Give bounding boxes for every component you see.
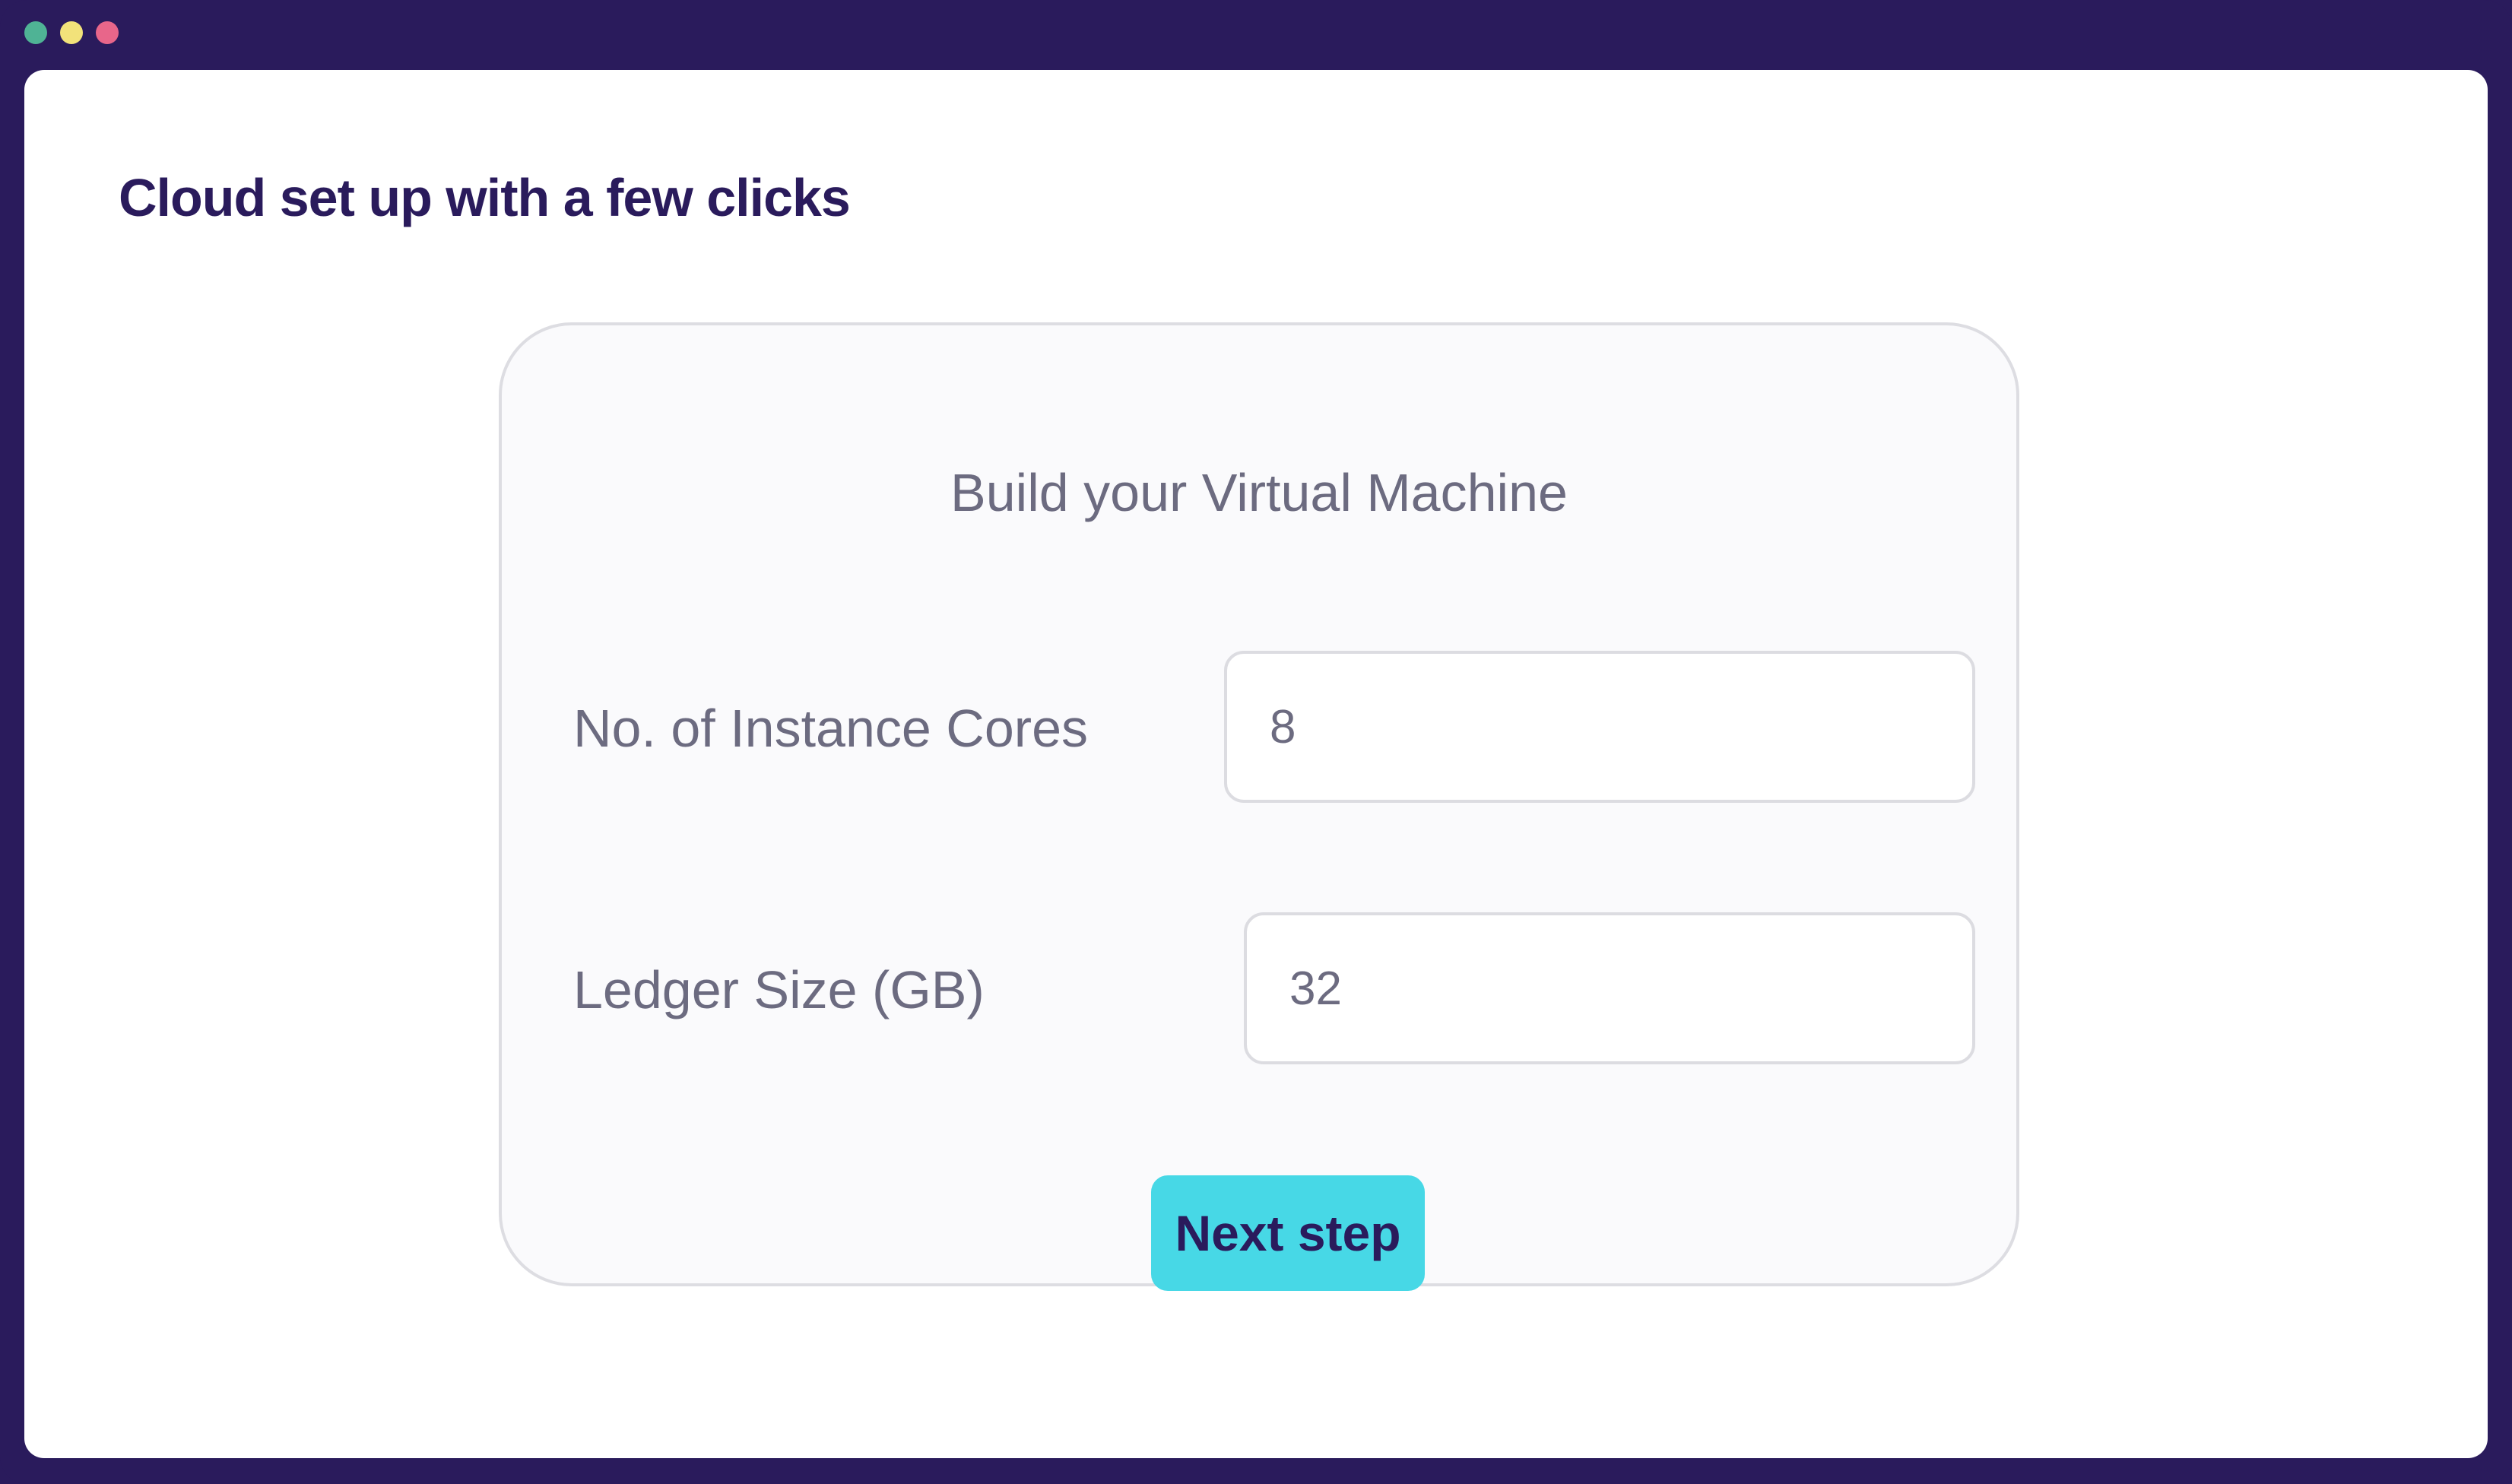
app-window: Cloud set up with a few clicks Build you… (0, 0, 2512, 1484)
ledger-size-input[interactable] (1244, 912, 1975, 1064)
window-yellow-dot[interactable] (60, 21, 83, 44)
window-green-dot[interactable] (24, 21, 47, 44)
window-controls (24, 21, 119, 44)
window-red-dot[interactable] (96, 21, 119, 44)
vm-builder-card: Build your Virtual Machine No. of Instan… (499, 322, 2019, 1291)
instance-cores-input[interactable] (1224, 651, 1975, 803)
instance-cores-label: No. of Instance Cores (573, 699, 1088, 758)
window-content: Cloud set up with a few clicks Build you… (24, 70, 2488, 1458)
page-title: Cloud set up with a few clicks (119, 168, 851, 227)
ledger-size-label: Ledger Size (GB) (573, 960, 985, 1019)
card-title: Build your Virtual Machine (950, 463, 1568, 522)
next-step-button[interactable]: Next step (1151, 1175, 1425, 1291)
